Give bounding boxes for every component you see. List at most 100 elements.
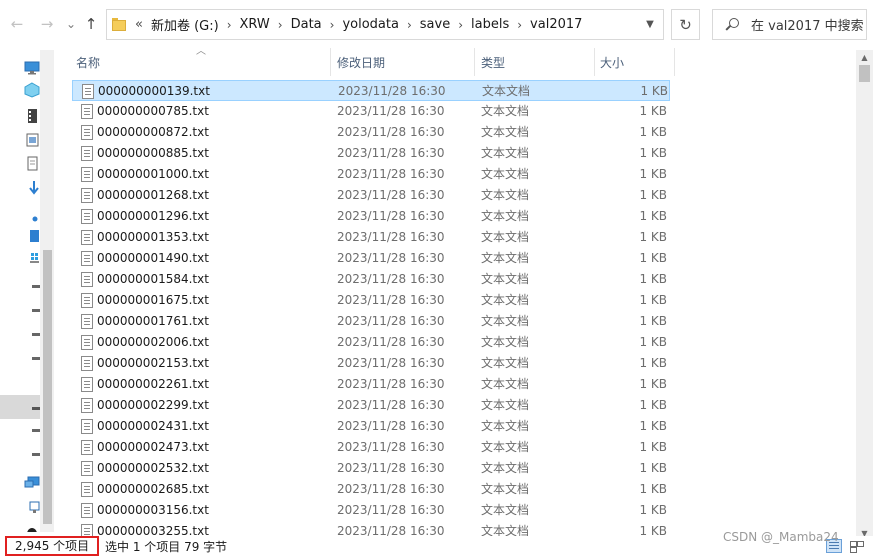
up-button[interactable]: ↑: [80, 13, 102, 35]
file-size: 1 KB: [639, 461, 667, 475]
file-row[interactable]: 000000001296.txt 2023/11/28 16:30 文本文档 1 KB: [72, 206, 670, 227]
address-bar[interactable]: « 新加卷 (G:) › XRW › Data › yolodata › sav…: [106, 9, 664, 40]
drive-icon[interactable]: [24, 302, 40, 318]
chevron-right-icon[interactable]: ›: [274, 18, 287, 32]
breadcrumb-item-save[interactable]: save: [416, 17, 454, 32]
breadcrumb-item-val2017[interactable]: val2017: [526, 17, 586, 32]
file-row[interactable]: 000000001675.txt 2023/11/28 16:30 文本文档 1 KB: [72, 290, 670, 311]
pictures-icon[interactable]: [24, 132, 40, 148]
file-name: 000000002532.txt: [97, 461, 209, 475]
network-icon[interactable]: [24, 475, 40, 491]
large-icons-view-icon[interactable]: [848, 539, 864, 553]
file-modified-date: 2023/11/28 16:30: [337, 482, 445, 496]
column-header-size[interactable]: 大小: [600, 48, 672, 76]
file-row[interactable]: 000000002431.txt 2023/11/28 16:30 文本文档 1 KB: [72, 416, 670, 437]
chevron-right-icon[interactable]: ›: [454, 18, 467, 32]
3d-objects-icon[interactable]: [24, 82, 40, 98]
drive-g-icon[interactable]: [24, 400, 40, 416]
file-type: 文本文档: [481, 167, 530, 181]
breadcrumb-item-data[interactable]: Data: [287, 17, 326, 32]
file-list-scrollbar[interactable]: ▲ ▼: [856, 50, 873, 540]
file-row[interactable]: 000000000885.txt 2023/11/28 16:30 文本文档 1 KB: [72, 143, 670, 164]
file-row[interactable]: 000000002153.txt 2023/11/28 16:30 文本文档 1 KB: [72, 353, 670, 374]
chevron-right-icon[interactable]: ›: [513, 18, 526, 32]
file-type: 文本文档: [481, 482, 530, 496]
file-row[interactable]: 000000003156.txt 2023/11/28 16:30 文本文档 1 KB: [72, 500, 670, 521]
file-row[interactable]: 000000001584.txt 2023/11/28 16:30 文本文档 1 KB: [72, 269, 670, 290]
breadcrumb-item-xrw[interactable]: XRW: [236, 17, 274, 32]
drive-icon[interactable]: [24, 278, 40, 294]
music-icon[interactable]: [24, 208, 40, 224]
file-size: 1 KB: [639, 377, 667, 391]
file-row[interactable]: 000000001000.txt 2023/11/28 16:30 文本文档 1 KB: [72, 164, 670, 185]
file-modified-date: 2023/11/28 16:30: [337, 188, 445, 202]
drive-icon[interactable]: [24, 422, 40, 438]
file-row[interactable]: 000000003255.txt 2023/11/28 16:30 文本文档 1 KB: [72, 521, 670, 536]
column-header-date-label: 修改日期: [337, 55, 386, 70]
file-row[interactable]: 000000002473.txt 2023/11/28 16:30 文本文档 1 KB: [72, 437, 670, 458]
breadcrumb-item-drive[interactable]: 新加卷 (G:): [147, 15, 223, 34]
file-row[interactable]: 000000000139.txt 2023/11/28 16:30 文本文档 1 KB: [72, 80, 670, 101]
drive-icon[interactable]: [24, 446, 40, 462]
file-row[interactable]: 000000002261.txt 2023/11/28 16:30 文本文档 1 KB: [72, 374, 670, 395]
back-button[interactable]: ←: [6, 13, 28, 35]
file-row[interactable]: 000000000785.txt 2023/11/28 16:30 文本文档 1 KB: [72, 101, 670, 122]
file-modified-date: 2023/11/28 16:30: [337, 293, 445, 307]
file-type: 文本文档: [481, 209, 530, 223]
breadcrumb-overflow-button[interactable]: «: [131, 17, 147, 32]
file-row[interactable]: 000000001761.txt 2023/11/28 16:30 文本文档 1 KB: [72, 311, 670, 332]
file-row[interactable]: 000000000872.txt 2023/11/28 16:30 文本文档 1 KB: [72, 122, 670, 143]
column-divider[interactable]: [474, 48, 475, 76]
column-divider[interactable]: [330, 48, 331, 76]
breadcrumb-item-yolodata[interactable]: yolodata: [338, 17, 403, 32]
monitor-icon[interactable]: [24, 500, 40, 516]
text-file-icon: [81, 293, 93, 308]
windows-drive-icon[interactable]: [24, 250, 40, 266]
file-row[interactable]: 000000001490.txt 2023/11/28 16:30 文本文档 1 KB: [72, 248, 670, 269]
breadcrumb: « 新加卷 (G:) › XRW › Data › yolodata › sav…: [131, 10, 586, 39]
desktop-folder-icon[interactable]: [24, 228, 40, 244]
column-header-name[interactable]: 名称: [76, 48, 330, 76]
downloads-icon[interactable]: [24, 180, 40, 196]
file-row[interactable]: 000000001268.txt 2023/11/28 16:30 文本文档 1 KB: [72, 185, 670, 206]
videos-icon[interactable]: [24, 108, 40, 124]
forward-button[interactable]: →: [36, 13, 58, 35]
column-header-date[interactable]: 修改日期: [337, 48, 473, 76]
scroll-up-button[interactable]: ▲: [856, 50, 873, 64]
linux-icon[interactable]: [24, 525, 40, 532]
recent-locations-button[interactable]: ⌄: [60, 13, 82, 35]
file-size: 1 KB: [639, 104, 667, 118]
documents-icon[interactable]: [24, 156, 40, 172]
breadcrumb-item-labels[interactable]: labels: [467, 17, 513, 32]
scroll-thumb[interactable]: [859, 65, 870, 82]
file-type: 文本文档: [481, 293, 530, 307]
search-input[interactable]: 在 val2017 中搜索: [712, 9, 867, 40]
file-row[interactable]: 000000001353.txt 2023/11/28 16:30 文本文档 1 KB: [72, 227, 670, 248]
chevron-right-icon[interactable]: ›: [223, 18, 236, 32]
column-header-type[interactable]: 类型: [481, 48, 591, 76]
refresh-button[interactable]: ↻: [671, 9, 700, 40]
file-size: 1 KB: [639, 167, 667, 181]
nav-scroll-thumb[interactable]: [43, 250, 52, 524]
file-size: 1 KB: [639, 503, 667, 517]
file-row[interactable]: 000000002299.txt 2023/11/28 16:30 文本文档 1 KB: [72, 395, 670, 416]
file-modified-date: 2023/11/28 16:30: [337, 524, 445, 536]
nav-pane-scrollbar[interactable]: [40, 50, 54, 532]
chevron-right-icon[interactable]: ›: [403, 18, 416, 32]
selection-info: 选中 1 个项目 79 字节: [105, 540, 228, 554]
column-divider[interactable]: [594, 48, 595, 76]
file-modified-date: 2023/11/28 16:30: [337, 230, 445, 244]
chevron-right-icon[interactable]: ›: [326, 18, 339, 32]
column-divider[interactable]: [674, 48, 675, 76]
text-file-icon: [81, 146, 93, 161]
file-type: 文本文档: [481, 125, 530, 139]
drive-icon[interactable]: [24, 350, 40, 366]
file-row[interactable]: 000000002685.txt 2023/11/28 16:30 文本文档 1 KB: [72, 479, 670, 500]
address-history-button[interactable]: ▼: [637, 10, 663, 39]
file-name: 000000001584.txt: [97, 272, 209, 286]
desktop-icon[interactable]: [24, 60, 40, 76]
file-row[interactable]: 000000002532.txt 2023/11/28 16:30 文本文档 1 KB: [72, 458, 670, 479]
drive-icon[interactable]: [24, 326, 40, 342]
search-placeholder: 在 val2017 中搜索: [751, 19, 864, 34]
file-row[interactable]: 000000002006.txt 2023/11/28 16:30 文本文档 1 KB: [72, 332, 670, 353]
